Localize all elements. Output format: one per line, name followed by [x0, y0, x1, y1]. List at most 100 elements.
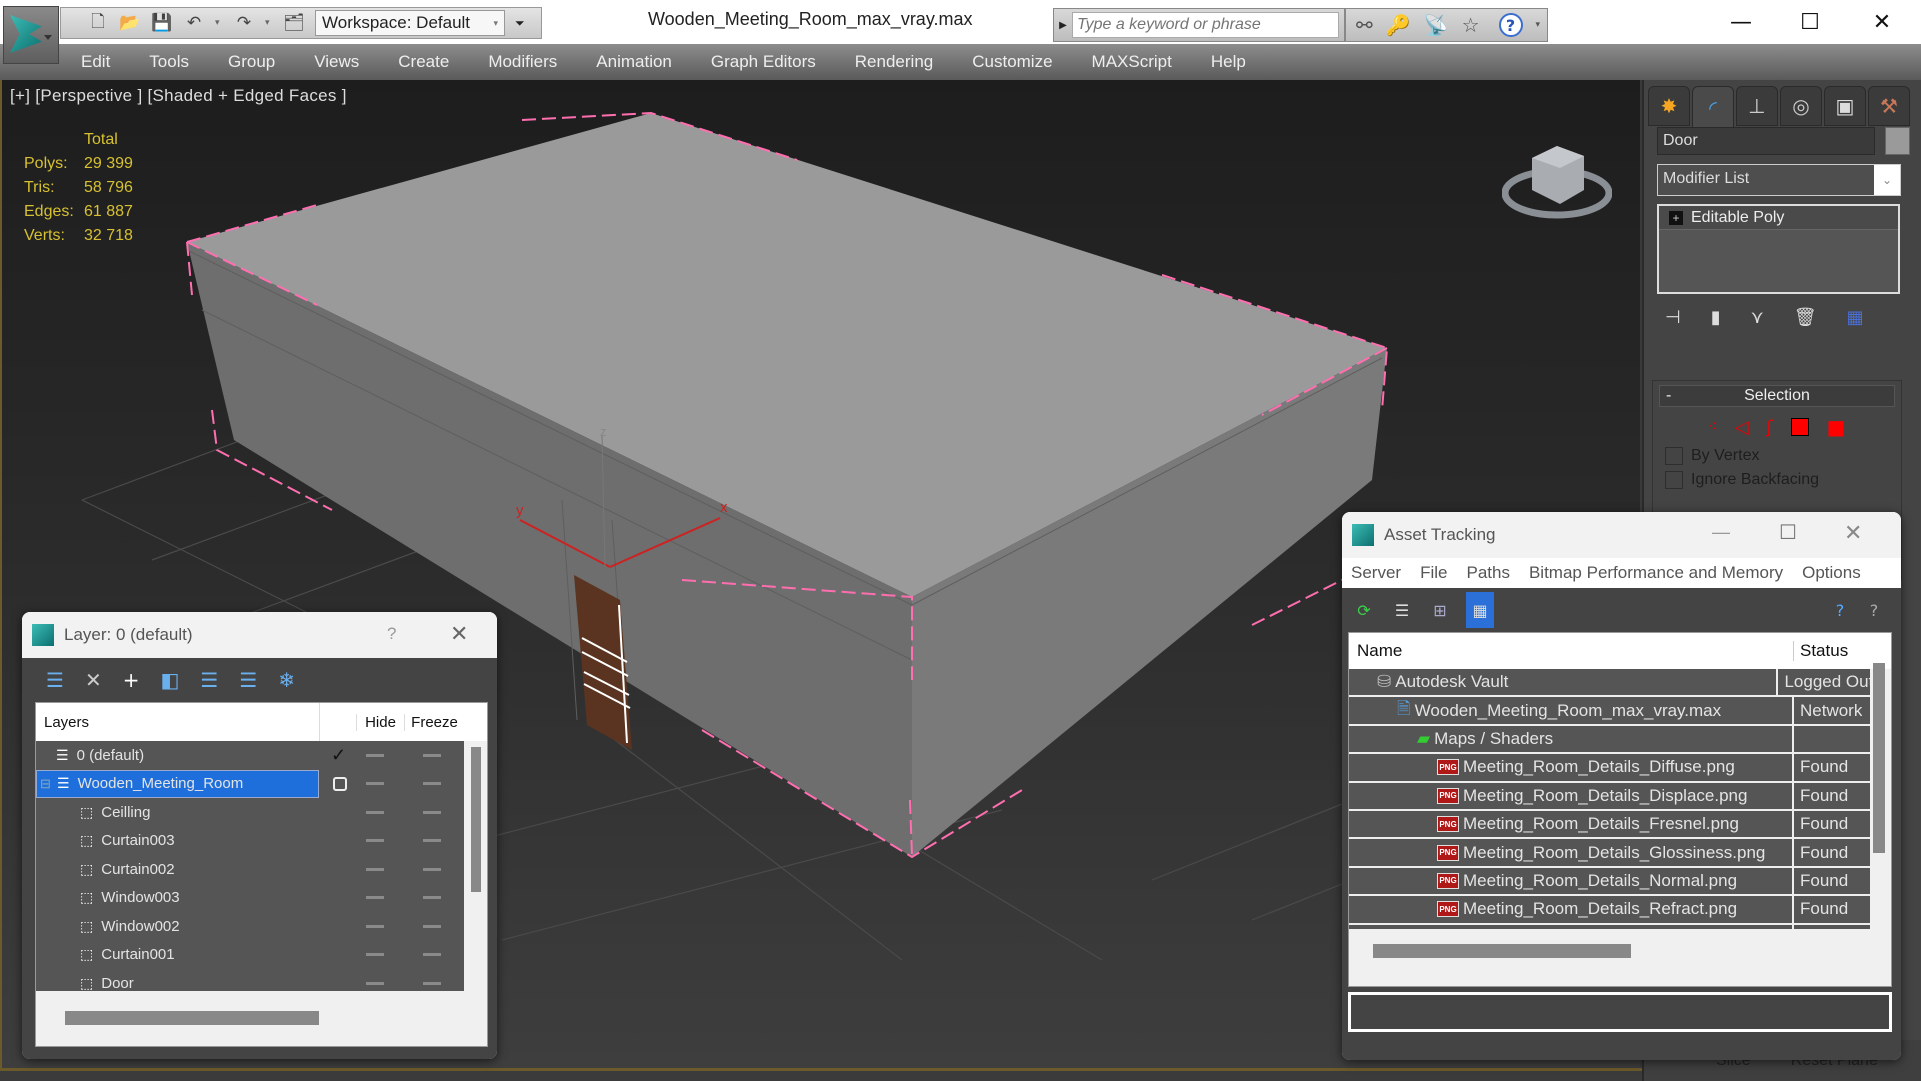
layer-row[interactable]: ⊟ ☰ Wooden_Meeting_Room [36, 769, 464, 799]
select-layer-icon[interactable]: ☰ [200, 668, 218, 692]
menu-views[interactable]: Views [314, 52, 359, 72]
undo-dropdown-icon[interactable]: ▾ [215, 18, 223, 28]
dialog-titlebar[interactable]: Layer: 0 (default) ? ✕ [22, 612, 497, 658]
redo-dropdown-icon[interactable]: ▾ [265, 18, 273, 28]
polygon-mode-icon[interactable] [1790, 418, 1809, 436]
remove-modifier-icon[interactable]: 🗑 [1794, 307, 1817, 328]
column-header-freeze[interactable]: Freeze [404, 713, 464, 731]
layer-name-cell[interactable]: ⬚ Window003 [36, 889, 319, 906]
set-current-checkbox[interactable] [333, 776, 347, 791]
modifier-stack-item[interactable]: + Editable Poly [1659, 206, 1898, 230]
column-header-hide[interactable]: Hide [356, 713, 404, 731]
asset-row[interactable]: PNG Meeting_Room_Details_Refract.png Found [1349, 896, 1870, 925]
freeze-toggle[interactable] [423, 981, 441, 985]
column-header-layers[interactable]: Layers [36, 714, 319, 731]
collapse-icon[interactable]: ⊟ [40, 776, 51, 792]
configure-sets-icon[interactable]: ▦ [1847, 307, 1864, 328]
freeze-layer-icon[interactable]: ❄ [278, 668, 295, 692]
asset-row[interactable]: PNG Meeting_Room_Details_Normal.png Found [1349, 867, 1870, 897]
star-icon[interactable]: ☆ [1462, 13, 1480, 37]
menu-rendering[interactable]: Rendering [855, 52, 933, 72]
modify-tab[interactable]: ◜ [1692, 86, 1734, 130]
vertical-scrollbar[interactable] [1873, 663, 1885, 853]
layer-name-cell[interactable]: ⊟ ☰ Wooden_Meeting_Room [36, 769, 319, 798]
column-header-status[interactable]: Status [1794, 641, 1848, 661]
asset-row[interactable]: PNG Meeting_Room_Details_Displace.png Foun… [1349, 782, 1870, 811]
pin-stack-icon[interactable]: ⊣ [1665, 307, 1681, 328]
menu-bitmap-performance[interactable]: Bitmap Performance and Memory [1529, 563, 1783, 583]
freeze-toggle[interactable] [423, 867, 441, 871]
maximize-button[interactable]: ☐ [1780, 0, 1840, 44]
minimize-button[interactable]: — [1711, 0, 1771, 44]
close-button[interactable]: ✕ [1844, 520, 1862, 546]
layer-row[interactable]: ⬚ Curtain001 [36, 941, 464, 970]
current-layer-check-icon[interactable]: ✓ [331, 745, 346, 766]
hide-toggle[interactable] [366, 839, 384, 843]
menu-edit[interactable]: Edit [81, 52, 110, 72]
checkbox[interactable] [1665, 447, 1683, 465]
new-file-icon[interactable]: 🗋 [87, 12, 109, 34]
layer-name-cell[interactable]: ⬚ Curtain001 [36, 946, 319, 963]
layer-name-cell[interactable]: ☰ 0 (default) [36, 747, 319, 764]
close-button[interactable]: ✕ [1852, 0, 1912, 44]
menu-paths[interactable]: Paths [1466, 563, 1509, 583]
table-view-icon[interactable]: ▦ [1466, 592, 1494, 628]
horizontal-scrollbar[interactable] [65, 1011, 319, 1025]
make-unique-icon[interactable]: ⋎ [1751, 307, 1764, 328]
menu-animation[interactable]: Animation [596, 52, 672, 72]
edge-mode-icon[interactable]: ◁ [1735, 417, 1749, 438]
selection-rollout-header[interactable]: - Selection [1659, 385, 1895, 407]
by-vertex-checkbox[interactable]: By Vertex [1665, 447, 1901, 465]
vault-help-icon[interactable]: ? [1828, 597, 1852, 623]
minimize-button[interactable]: — [1712, 522, 1730, 543]
help-dropdown-icon[interactable]: ▾ [1536, 20, 1541, 30]
open-file-icon[interactable]: 📂 [119, 12, 141, 34]
add-to-layer-icon[interactable]: + [123, 668, 140, 692]
layer-row[interactable]: ⬚ Curtain002 [36, 855, 464, 884]
layer-row[interactable]: ⬚ Window003 [36, 884, 464, 913]
undo-icon[interactable]: ↶ [183, 12, 205, 34]
hierarchy-tab[interactable]: ⊥ [1736, 86, 1778, 126]
hide-toggle[interactable] [366, 896, 384, 900]
hide-toggle[interactable] [366, 981, 384, 985]
freeze-toggle[interactable] [423, 810, 441, 814]
column-header-current[interactable] [319, 703, 356, 741]
search-input[interactable] [1072, 12, 1339, 38]
path-field[interactable] [1348, 992, 1892, 1032]
workspace-dropdown[interactable]: Workspace: Default ▾ [315, 10, 505, 36]
dialog-titlebar[interactable]: Asset Tracking — ☐ ✕ [1342, 512, 1901, 558]
hide-toggle[interactable] [366, 953, 384, 957]
redo-icon[interactable]: ↷ [233, 12, 255, 34]
application-menu-button[interactable] [3, 6, 59, 64]
border-mode-icon[interactable]: ʃ [1767, 417, 1773, 438]
layer-name-cell[interactable]: ⬚ Ceilling [36, 804, 319, 821]
hide-toggle[interactable] [366, 924, 384, 928]
motion-tab[interactable]: ◎ [1780, 86, 1822, 126]
freeze-toggle[interactable] [423, 896, 441, 900]
create-tab[interactable]: ✸ [1648, 86, 1690, 126]
asset-row[interactable]: 🗎 Wooden_Meeting_Room_max_vray.max Network [1349, 697, 1870, 726]
menu-server[interactable]: Server [1351, 563, 1401, 583]
expand-icon[interactable]: + [1669, 210, 1683, 225]
asset-row[interactable]: PNG Meeting_Room_Details_Diffuse.png Found [1349, 754, 1870, 783]
horizontal-scrollbar[interactable] [1373, 944, 1631, 958]
satellite-dish-icon[interactable]: 📡 [1424, 13, 1449, 37]
expand-search-icon[interactable]: ▶ [1054, 20, 1072, 31]
layer-name-cell[interactable]: ⬚ Door [36, 975, 319, 991]
layer-name-cell[interactable]: ⬚ Curtain003 [36, 832, 319, 849]
menu-group[interactable]: Group [228, 52, 275, 72]
column-header-name[interactable]: Name [1349, 641, 1794, 661]
help-icon[interactable]: ? [1498, 13, 1523, 37]
asset-row[interactable]: PNG Meeting_Room_Details_Fresnel.png Found [1349, 810, 1870, 840]
help-icon[interactable]: ? [1862, 597, 1886, 623]
menu-customize[interactable]: Customize [972, 52, 1052, 72]
vertical-scrollbar[interactable] [471, 747, 481, 892]
freeze-toggle[interactable] [423, 924, 441, 928]
key-icon[interactable]: 🔑 [1386, 13, 1411, 37]
asset-row[interactable]: ▰ Maps / Shaders [1349, 725, 1870, 755]
layer-name-cell[interactable]: ⬚ Curtain002 [36, 861, 319, 878]
utilities-tab[interactable]: ⚒ [1868, 86, 1910, 126]
menu-tools[interactable]: Tools [149, 52, 189, 72]
highlight-layer-icon[interactable]: ☰ [239, 668, 257, 692]
create-layer-icon[interactable]: ☰ [46, 668, 64, 692]
